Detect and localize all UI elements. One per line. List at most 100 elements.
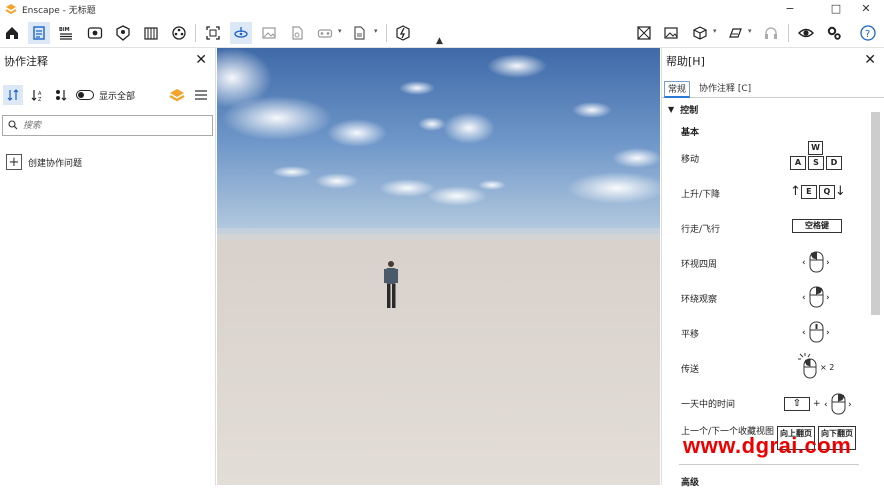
view-button[interactable] <box>84 22 106 44</box>
svg-text:›: › <box>826 258 830 268</box>
eye-button[interactable] <box>795 22 817 44</box>
hamburger-menu-icon <box>195 90 207 100</box>
section-controls[interactable]: ▼ 控制 <box>668 103 698 116</box>
collapse-toolbar-icon[interactable]: ▲ <box>436 36 443 46</box>
material-editor-button[interactable] <box>140 22 162 44</box>
plus-label: + <box>813 399 821 409</box>
home-button[interactable] <box>1 22 23 44</box>
collab-notes-icon <box>33 26 45 40</box>
viewport-scene <box>217 48 660 485</box>
plus-icon: + <box>6 154 22 170</box>
minimize-button[interactable]: − <box>776 0 804 18</box>
svg-text:‹: ‹ <box>802 293 806 303</box>
tab-collab-notes[interactable]: 协作注释 [C] <box>696 81 754 98</box>
panel-toolbar: AZ 显示全部 <box>0 82 216 108</box>
view-icon <box>87 27 103 39</box>
scrollbar-thumb[interactable] <box>871 112 880 315</box>
help-row-label: 行走/飞行 <box>681 225 721 235</box>
key-w: W <box>808 141 823 155</box>
svg-text:‹: ‹ <box>802 328 806 338</box>
show-all-toggle[interactable]: 显示全部 <box>76 85 146 105</box>
sort-alpha-button[interactable]: AZ <box>29 85 47 105</box>
times-two-label: × 2 <box>820 363 835 372</box>
image-button[interactable] <box>660 22 682 44</box>
toolbar-divider <box>195 24 196 42</box>
sort-descending-icon <box>7 89 19 101</box>
view-management-button[interactable] <box>633 22 655 44</box>
vr-icon <box>317 29 333 38</box>
arrow-down-icon: ↓ <box>834 184 846 199</box>
enscape-logo-icon <box>169 89 185 102</box>
close-panel-button[interactable]: ✕ <box>195 52 207 68</box>
headset-icon <box>765 27 777 39</box>
batch-render-button[interactable] <box>724 22 746 44</box>
tab-general[interactable]: 常规 <box>664 81 691 98</box>
chevron-down-icon[interactable]: ▾ <box>713 27 717 35</box>
enscape-logo-icon <box>5 4 17 15</box>
view-management-icon <box>637 26 651 40</box>
chevron-down-icon[interactable]: ▾ <box>374 27 378 35</box>
search-input[interactable] <box>23 118 208 133</box>
mouse-double-click-icon <box>798 353 817 379</box>
bim-button[interactable]: BIM <box>55 22 77 44</box>
menu-button[interactable] <box>192 85 210 105</box>
asset-library-button[interactable] <box>112 22 134 44</box>
pdf-export-icon <box>292 26 303 40</box>
image-export-button[interactable] <box>258 22 280 44</box>
subsection-advanced: 高级 <box>681 478 700 488</box>
help-row-label: 传送 <box>681 365 700 375</box>
sort-button[interactable] <box>3 85 23 105</box>
live-update-button[interactable] <box>392 22 414 44</box>
chevron-down-icon[interactable]: ▾ <box>338 27 342 35</box>
key-s: S <box>808 156 824 170</box>
render-viewport[interactable] <box>217 48 660 485</box>
exe-export-button[interactable] <box>348 22 370 44</box>
asset-library-icon <box>116 25 130 41</box>
sort-status-button[interactable] <box>52 85 70 105</box>
svg-text:?: ? <box>865 29 870 40</box>
visual-settings-button[interactable] <box>168 22 190 44</box>
3d-cube-button[interactable] <box>689 22 711 44</box>
panorama-button[interactable] <box>230 22 252 44</box>
headset-button[interactable] <box>760 22 782 44</box>
sort-alpha-icon: AZ <box>31 90 42 102</box>
create-issue-button[interactable]: + 创建协作问题 <box>6 153 82 171</box>
search-icon <box>8 120 18 130</box>
watermark-text: www.dgrai.com <box>683 433 852 458</box>
panel-title: 协作注释 <box>4 55 48 68</box>
bim-icon: BIM <box>59 27 72 40</box>
show-all-label: 显示全部 <box>99 91 136 102</box>
eq-keys: ↑ E Q ↓ <box>790 184 846 199</box>
close-window-button[interactable]: ✕ <box>852 0 880 18</box>
help-row-label: 一天中的时间 <box>681 400 736 410</box>
triangle-down-icon: ▼ <box>668 105 675 114</box>
collab-notes-button[interactable] <box>28 22 50 44</box>
help-button[interactable]: ? <box>857 22 879 44</box>
maximize-button[interactable]: □ <box>822 0 850 18</box>
time-of-day-keys: ⇧ + ‹ › <box>784 393 854 415</box>
svg-text:›: › <box>848 400 852 410</box>
svg-text:›: › <box>826 328 830 338</box>
close-panel-button[interactable]: ✕ <box>864 52 876 68</box>
settings-sphere-icon <box>172 26 186 40</box>
live-update-icon <box>396 25 410 41</box>
image-export-icon <box>262 27 276 39</box>
vr-button[interactable] <box>314 22 336 44</box>
chevron-down-icon[interactable]: ▾ <box>748 27 752 35</box>
toolbar-divider <box>788 24 789 42</box>
home-icon <box>6 27 18 39</box>
settings-button[interactable] <box>823 22 845 44</box>
svg-text:Z: Z <box>38 97 42 102</box>
search-box[interactable] <box>2 115 213 136</box>
help-row-label: 上升/下降 <box>681 190 721 200</box>
title-bar: Enscape - 无标题 − □ ✕ <box>0 0 884 18</box>
enscape-brand-button[interactable] <box>167 85 187 105</box>
key-q: Q <box>818 184 835 199</box>
screenshot-button[interactable] <box>202 22 224 44</box>
material-icon <box>144 27 158 40</box>
wasd-keys: W ASD <box>790 141 842 170</box>
help-panel: 帮助[H] ✕ 常规 协作注释 [C] ▼ 控制 基本 移动 W ASD 上升/下… <box>661 48 884 488</box>
section-divider <box>679 464 859 465</box>
mouse-left-drag-icon: ‹ › <box>802 251 830 273</box>
pdf-export-button[interactable] <box>286 22 308 44</box>
